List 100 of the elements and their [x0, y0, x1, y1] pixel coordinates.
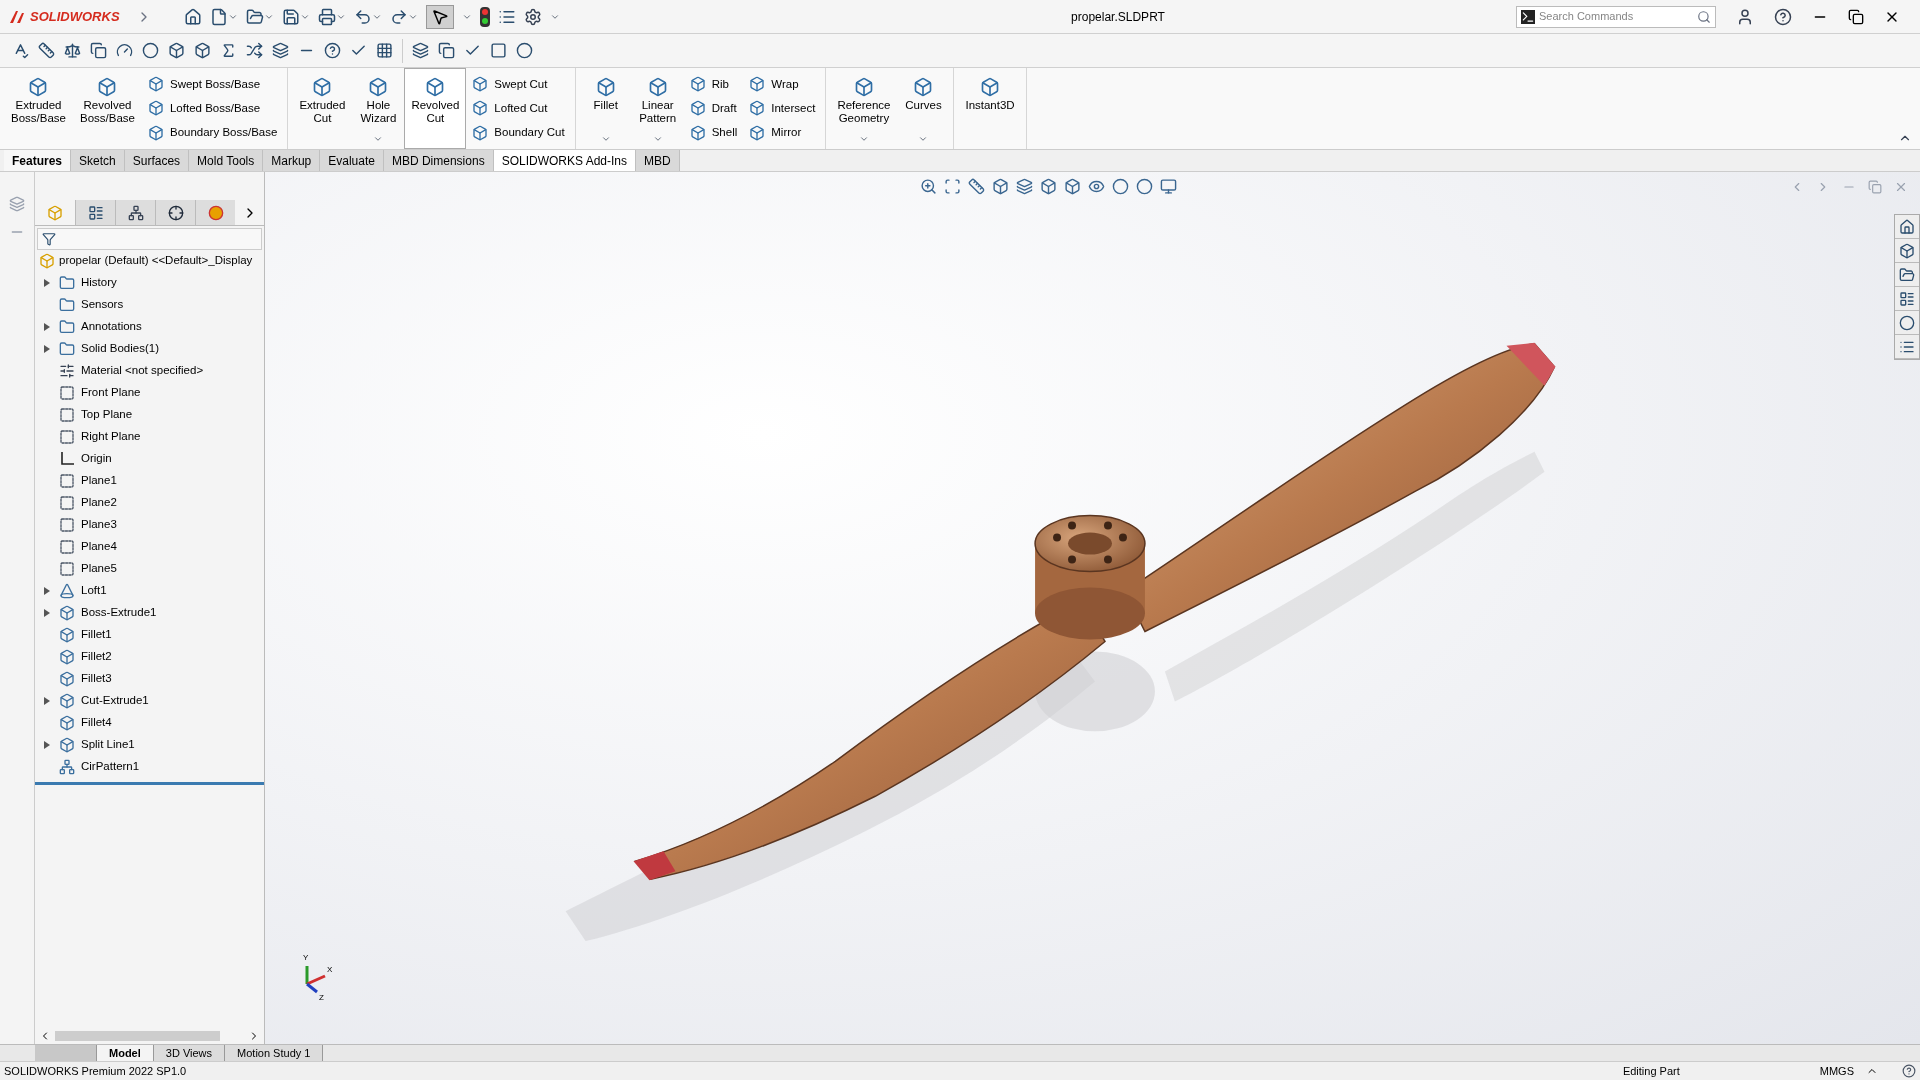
ribbon-button[interactable]: Boundary Boss/Base	[147, 124, 278, 142]
layers-icon[interactable]	[1016, 178, 1033, 195]
ribbon-button[interactable]: Boundary Cut	[472, 124, 565, 142]
home-icon[interactable]	[1899, 218, 1915, 235]
ribbon-tab[interactable]: SOLIDWORKS Add-Ins	[493, 150, 636, 171]
eye-icon[interactable]	[1088, 178, 1105, 195]
tree-item[interactable]: CirPattern1	[81, 758, 140, 776]
layers-icon[interactable]	[272, 42, 289, 59]
units-selector[interactable]: MMGS	[1819, 1062, 1854, 1080]
tree-item[interactable]: History	[81, 274, 117, 292]
tree-item[interactable]: Plane2	[81, 494, 117, 512]
file-icon[interactable]	[210, 7, 228, 26]
redo-icon[interactable]	[390, 7, 408, 26]
save-icon[interactable]	[282, 7, 300, 26]
shuffle-icon[interactable]	[246, 42, 263, 59]
ribbon-button[interactable]: Mirror	[749, 124, 816, 142]
expand-arrow-icon[interactable]	[44, 345, 50, 353]
tree-item[interactable]: Plane4	[81, 538, 117, 556]
grid-icon[interactable]	[376, 42, 393, 59]
cube-icon[interactable]	[1064, 178, 1081, 195]
copy-icon[interactable]	[438, 42, 455, 59]
scrollbar-thumb[interactable]	[55, 1031, 220, 1041]
tree-item[interactable]: Fillet2	[81, 648, 112, 666]
ribbon-button[interactable]: Lofted Cut	[472, 99, 565, 118]
home-icon[interactable]	[184, 7, 202, 26]
cube-icon[interactable]	[1040, 178, 1057, 195]
ribbon-button[interactable]: Rib	[689, 75, 738, 93]
circle-icon[interactable]	[1136, 178, 1153, 195]
ribbon-button[interactable]: Linear Pattern	[631, 68, 684, 149]
ribbon-button[interactable]: Swept Cut	[472, 75, 565, 93]
ribbon-button[interactable]: Swept Boss/Base	[147, 75, 278, 93]
tree-item[interactable]: Right Plane	[81, 428, 141, 446]
caret-icon[interactable]	[600, 134, 611, 144]
ribbon-button[interactable]: Instant3D	[958, 68, 1022, 149]
tree-item[interactable]: Material <not specified>	[81, 362, 204, 380]
cube-icon[interactable]	[168, 42, 185, 59]
display-manager-tab[interactable]	[195, 200, 235, 225]
square-icon[interactable]	[490, 42, 507, 59]
ribbon-tab[interactable]: MBD	[636, 150, 680, 171]
ribbon-button[interactable]: Shell	[689, 124, 738, 142]
tree-item[interactable]: Split Line1	[81, 736, 135, 754]
tree-item[interactable]: Fillet4	[81, 714, 112, 732]
expand-arrow-icon[interactable]	[44, 279, 50, 287]
tree-item[interactable]: Cut-Extrude1	[81, 692, 149, 710]
expand-arrow-icon[interactable]	[44, 697, 50, 705]
tree-item[interactable]: Fillet1	[81, 626, 112, 644]
tree-item[interactable]: Top Plane	[81, 406, 133, 424]
circle-icon[interactable]	[142, 42, 159, 59]
select-button[interactable]	[426, 4, 454, 29]
property-manager-tab[interactable]	[75, 200, 115, 225]
ruler-icon[interactable]	[968, 178, 985, 195]
zoom-icon[interactable]	[920, 178, 937, 195]
tree-item[interactable]: Fillet3	[81, 670, 112, 688]
gauge-icon[interactable]	[116, 42, 133, 59]
monitor-icon[interactable]	[1160, 178, 1177, 195]
tree-item[interactable]: Loft1	[81, 582, 107, 600]
tree-item[interactable]: Plane3	[81, 516, 117, 534]
layers-icon[interactable]	[412, 42, 429, 59]
ribbon-button[interactable]: Hole Wizard	[352, 68, 405, 149]
ribbon-button[interactable]: Curves	[897, 68, 950, 149]
circle-icon[interactable]	[1112, 178, 1129, 195]
cube-icon[interactable]	[992, 178, 1009, 195]
search-box[interactable]: Search Commands	[1516, 5, 1716, 28]
sheet-tab[interactable]: Motion Study 1	[225, 1045, 324, 1061]
ribbon-button[interactable]: Revolved Boss/Base	[73, 68, 142, 149]
caret-icon[interactable]	[858, 134, 869, 144]
tree-item[interactable]: Plane1	[81, 472, 117, 490]
ribbon-tab[interactable]: Sketch	[71, 150, 125, 171]
sheet-tab[interactable]: 3D Views	[153, 1045, 226, 1061]
ribbon-button[interactable]: Revolved Cut	[404, 68, 467, 149]
undo-icon[interactable]	[354, 7, 372, 26]
ribbon-tab[interactable]: Mold Tools	[189, 150, 264, 171]
cube-icon[interactable]	[194, 42, 211, 59]
ribbon-button[interactable]: Wrap	[749, 75, 816, 93]
help-icon[interactable]	[324, 42, 341, 59]
ruler-icon[interactable]	[38, 42, 55, 59]
restore-icon[interactable]	[1848, 8, 1864, 25]
help-icon[interactable]	[1902, 1064, 1916, 1078]
caret-icon[interactable]	[373, 134, 384, 144]
traffic-light-icon[interactable]	[480, 6, 490, 27]
tree-root[interactable]: propelar (Default) <<Default>_Display	[59, 252, 253, 270]
circle-icon[interactable]	[516, 42, 533, 59]
user-icon[interactable]	[1736, 7, 1754, 26]
expand-arrow-icon[interactable]	[44, 323, 50, 331]
ribbon-tab[interactable]: Markup	[263, 150, 321, 171]
configuration-manager-tab[interactable]	[115, 200, 155, 225]
tree-item[interactable]: Boss-Extrude1	[81, 604, 157, 622]
ribbon-button[interactable]: Extruded Cut	[292, 68, 353, 149]
folder-icon[interactable]	[1899, 266, 1915, 283]
settings-icon[interactable]	[524, 7, 542, 26]
tree-item[interactable]: Plane5	[81, 560, 117, 578]
help-icon[interactable]	[1774, 7, 1792, 26]
ribbon-tab[interactable]: MBD Dimensions	[383, 150, 494, 171]
expand-arrow-icon[interactable]	[44, 609, 50, 617]
ribbon-button[interactable]: Reference Geometry	[830, 68, 898, 149]
ribbon-tab[interactable]: Surfaces	[124, 150, 190, 171]
sheet-tab[interactable]: Model	[97, 1045, 154, 1061]
tree-item[interactable]: Sensors	[81, 296, 124, 314]
tree-item[interactable]: Solid Bodies(1)	[81, 340, 159, 358]
zoom-area-icon[interactable]	[944, 178, 961, 195]
